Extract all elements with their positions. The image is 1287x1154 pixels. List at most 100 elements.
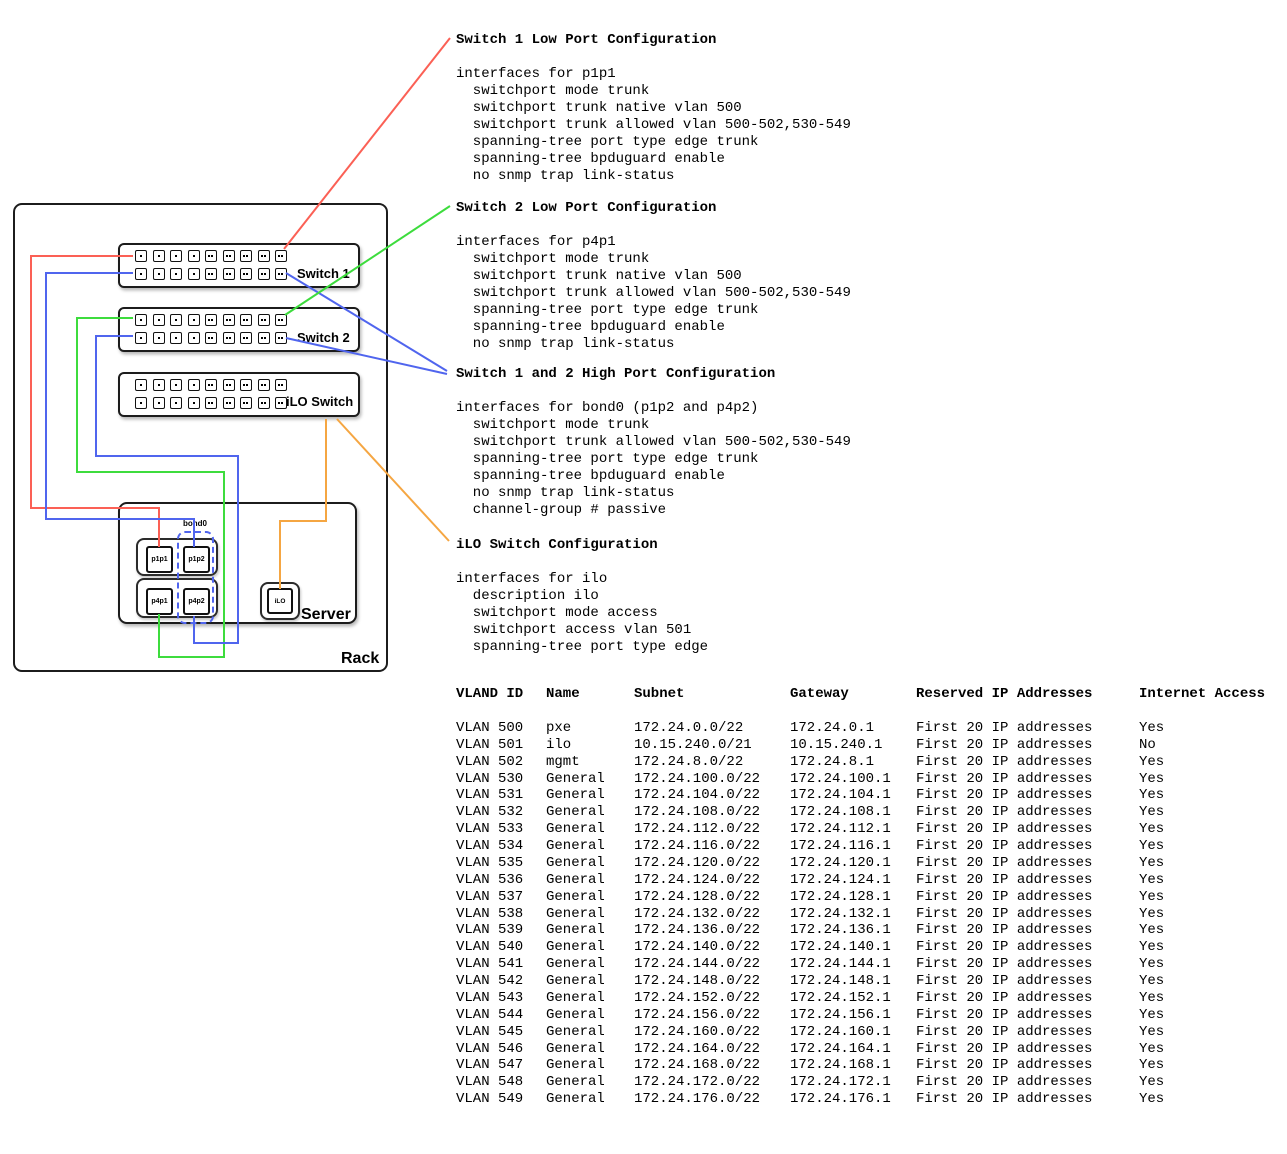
bond0-label: bond0 bbox=[170, 519, 220, 528]
vlan-table-row: VLAN 547 General 172.24.168.0/22 172.24.… bbox=[456, 1057, 1265, 1074]
cell-gateway: 172.24.108.1 bbox=[790, 804, 916, 821]
cell-gateway: 172.24.152.1 bbox=[790, 990, 916, 1007]
cell-subnet: 172.24.148.0/22 bbox=[634, 973, 790, 990]
cell-subnet: 172.24.176.0/22 bbox=[634, 1091, 790, 1108]
cell-name: General bbox=[546, 1041, 634, 1058]
switch-port bbox=[188, 332, 200, 344]
cell-reserved: First 20 IP addresses bbox=[916, 754, 1139, 771]
vlan-table-row: VLAN 543 General 172.24.152.0/22 172.24.… bbox=[456, 990, 1265, 1007]
cell-internet: Yes bbox=[1139, 1024, 1265, 1041]
cell-vlan-id: VLAN 537 bbox=[456, 889, 546, 906]
cell-subnet: 172.24.108.0/22 bbox=[634, 804, 790, 821]
switch2-port-row-top bbox=[135, 314, 287, 326]
switch-port bbox=[240, 379, 252, 391]
network-diagram-page: p1p1 p1p2 p4p1 p4p2 iLO Switch 1 Switch … bbox=[0, 0, 1287, 1154]
cell-reserved: First 20 IP addresses bbox=[916, 737, 1139, 754]
cell-name: General bbox=[546, 1057, 634, 1074]
col-header-vlan-id: VLAND ID bbox=[456, 686, 546, 703]
cell-gateway: 172.24.156.1 bbox=[790, 1007, 916, 1024]
config-title: iLO Switch Configuration bbox=[456, 537, 708, 554]
cell-gateway: 10.15.240.1 bbox=[790, 737, 916, 754]
vlan-table-row: VLAN 532 General 172.24.108.0/22 172.24.… bbox=[456, 804, 1265, 821]
config-line: switchport mode trunk bbox=[456, 417, 851, 434]
cell-gateway: 172.24.160.1 bbox=[790, 1024, 916, 1041]
switch-port bbox=[258, 250, 270, 262]
cell-reserved: First 20 IP addresses bbox=[916, 922, 1139, 939]
cell-reserved: First 20 IP addresses bbox=[916, 1024, 1139, 1041]
cell-internet: Yes bbox=[1139, 956, 1265, 973]
switch-port bbox=[188, 314, 200, 326]
cell-internet: Yes bbox=[1139, 1074, 1265, 1091]
cell-internet: Yes bbox=[1139, 804, 1265, 821]
switch-port bbox=[223, 379, 235, 391]
cell-subnet: 172.24.100.0/22 bbox=[634, 771, 790, 788]
ilo-switch-port-row-bottom bbox=[135, 397, 287, 409]
switch-port bbox=[153, 250, 165, 262]
cell-internet: Yes bbox=[1139, 990, 1265, 1007]
config-lines: interfaces for bond0 (p1p2 and p4p2) swi… bbox=[456, 400, 851, 519]
switch-port bbox=[135, 314, 147, 326]
cell-internet: Yes bbox=[1139, 1057, 1265, 1074]
port-ilo: iLO bbox=[267, 588, 293, 614]
cell-subnet: 172.24.164.0/22 bbox=[634, 1041, 790, 1058]
switch-port bbox=[240, 397, 252, 409]
switch-port bbox=[223, 332, 235, 344]
config-line: no snmp trap link-status bbox=[456, 168, 851, 185]
switch1-port-row-bottom bbox=[135, 268, 287, 280]
cell-gateway: 172.24.112.1 bbox=[790, 821, 916, 838]
vlan-table-row: VLAN 533 General 172.24.112.0/22 172.24.… bbox=[456, 821, 1265, 838]
vlan-table-row: VLAN 530 General 172.24.100.0/22 172.24.… bbox=[456, 771, 1265, 788]
cell-vlan-id: VLAN 501 bbox=[456, 737, 546, 754]
vlan-table-row: VLAN 546 General 172.24.164.0/22 172.24.… bbox=[456, 1041, 1265, 1058]
switch-port bbox=[188, 268, 200, 280]
cell-subnet: 172.24.140.0/22 bbox=[634, 939, 790, 956]
cell-internet: No bbox=[1139, 737, 1265, 754]
config-line: switchport mode access bbox=[456, 605, 708, 622]
config-line: no snmp trap link-status bbox=[456, 336, 851, 353]
config-line: switchport mode trunk bbox=[456, 251, 851, 268]
cell-internet: Yes bbox=[1139, 939, 1265, 956]
config-line: spanning-tree port type edge trunk bbox=[456, 451, 851, 468]
switch1-port-row-top bbox=[135, 250, 287, 262]
cell-vlan-id: VLAN 531 bbox=[456, 787, 546, 804]
cell-name: pxe bbox=[546, 720, 634, 737]
cell-name: General bbox=[546, 1007, 634, 1024]
switch-port bbox=[275, 250, 287, 262]
cell-internet: Yes bbox=[1139, 906, 1265, 923]
cell-vlan-id: VLAN 532 bbox=[456, 804, 546, 821]
port-p1p2: p1p2 bbox=[183, 546, 210, 573]
switch-port bbox=[258, 268, 270, 280]
cell-gateway: 172.24.116.1 bbox=[790, 838, 916, 855]
cell-reserved: First 20 IP addresses bbox=[916, 821, 1139, 838]
switch-port bbox=[153, 268, 165, 280]
vlan-table-row: VLAN 536 General 172.24.124.0/22 172.24.… bbox=[456, 872, 1265, 889]
config-line: switchport trunk allowed vlan 500-502,53… bbox=[456, 285, 851, 302]
switch-port bbox=[258, 397, 270, 409]
cell-subnet: 10.15.240.0/21 bbox=[634, 737, 790, 754]
port-p4p1: p4p1 bbox=[146, 588, 173, 615]
cell-vlan-id: VLAN 534 bbox=[456, 838, 546, 855]
switch-port bbox=[240, 332, 252, 344]
cell-name: General bbox=[546, 771, 634, 788]
switch-port bbox=[205, 379, 217, 391]
cell-reserved: First 20 IP addresses bbox=[916, 906, 1139, 923]
switch-port bbox=[135, 397, 147, 409]
cell-name: General bbox=[546, 872, 634, 889]
cell-gateway: 172.24.140.1 bbox=[790, 939, 916, 956]
cell-subnet: 172.24.152.0/22 bbox=[634, 990, 790, 1007]
cell-reserved: First 20 IP addresses bbox=[916, 1007, 1139, 1024]
switch-port bbox=[223, 397, 235, 409]
config-block-ilo-switch: iLO Switch Configuration interfaces for … bbox=[456, 537, 708, 656]
cell-internet: Yes bbox=[1139, 973, 1265, 990]
config-line: spanning-tree port type edge trunk bbox=[456, 134, 851, 151]
cell-reserved: First 20 IP addresses bbox=[916, 1074, 1139, 1091]
vlan-table-row: VLAN 531 General 172.24.104.0/22 172.24.… bbox=[456, 787, 1265, 804]
switch-port bbox=[223, 250, 235, 262]
config-line: description ilo bbox=[456, 588, 708, 605]
config-block-switch2-low: Switch 2 Low Port Configuration interfac… bbox=[456, 200, 851, 353]
cell-name: General bbox=[546, 956, 634, 973]
cell-vlan-id: VLAN 548 bbox=[456, 1074, 546, 1091]
switch-port bbox=[170, 332, 182, 344]
config-line: spanning-tree port type edge trunk bbox=[456, 302, 851, 319]
cell-name: General bbox=[546, 804, 634, 821]
